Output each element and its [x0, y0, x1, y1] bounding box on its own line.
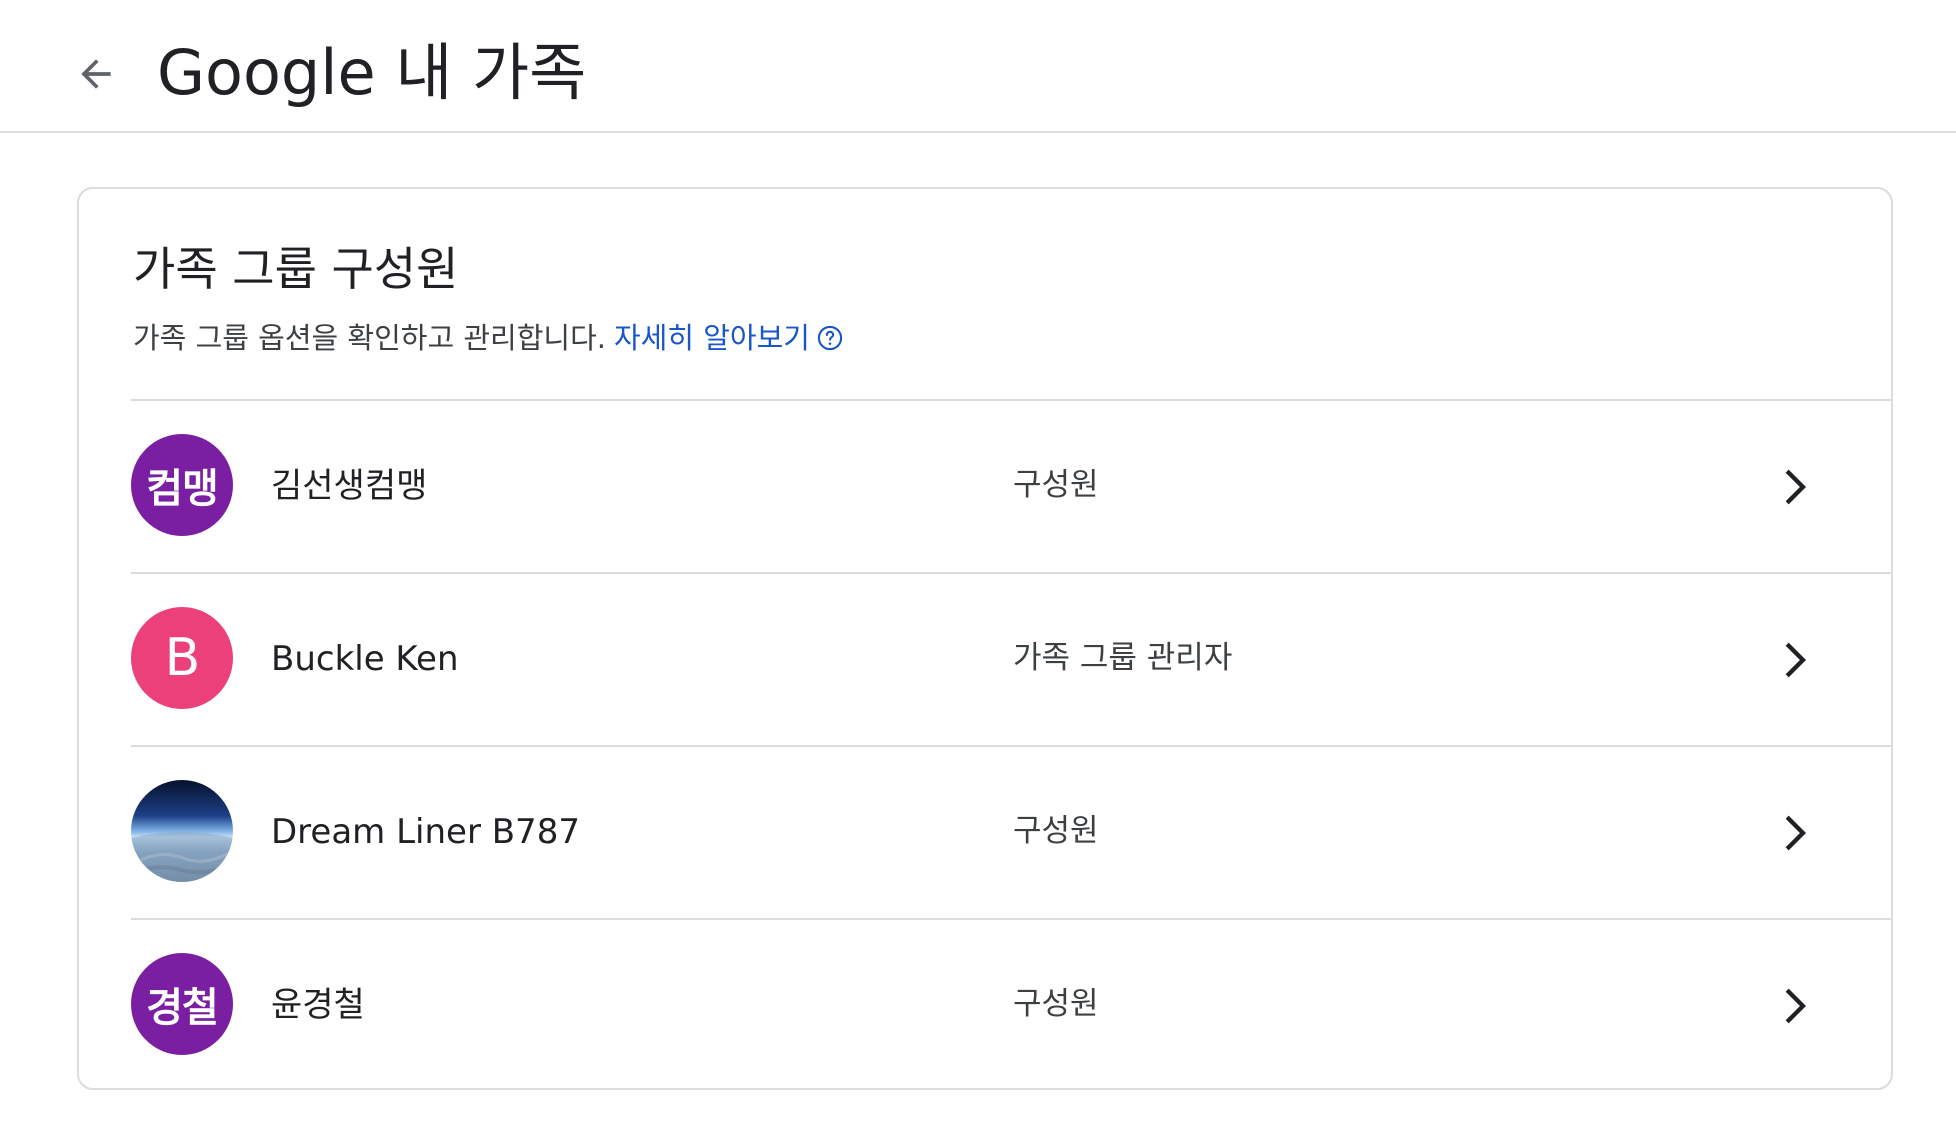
learn-more-link[interactable]: 자세히 알아보기 — [614, 317, 810, 359]
member-name: 윤경철 — [271, 985, 365, 1025]
member-role: 구성원 — [1013, 986, 1099, 1022]
chevron-right-icon[interactable] — [1767, 461, 1819, 513]
avatar: 컴맹 — [131, 434, 233, 536]
chevron-right-icon[interactable] — [1767, 634, 1819, 686]
card-description: 가족 그룹 옵션을 확인하고 관리합니다. 자세히 알아보기 — [133, 317, 844, 359]
member-row[interactable]: 경철 윤경철 구성원 — [131, 918, 1891, 1088]
member-role: 구성원 — [1013, 467, 1099, 503]
family-members-card: 가족 그룹 구성원 가족 그룹 옵션을 확인하고 관리합니다. 자세히 알아보기… — [77, 187, 1893, 1090]
chevron-right-icon[interactable] — [1767, 980, 1819, 1032]
earth-horizon-photo — [131, 780, 233, 882]
member-row[interactable]: Dream Liner B787 구성원 — [131, 745, 1891, 918]
description-text: 가족 그룹 옵션을 확인하고 관리합니다. — [133, 321, 606, 355]
member-name: Buckle Ken — [271, 639, 459, 679]
card-title: 가족 그룹 구성원 — [133, 242, 459, 296]
member-role: 가족 그룹 관리자 — [1013, 640, 1233, 676]
top-app-bar: Google 내 가족 — [0, 0, 1956, 133]
chevron-right-icon[interactable] — [1767, 807, 1819, 859]
member-row[interactable]: B Buckle Ken 가족 그룹 관리자 — [131, 572, 1891, 745]
member-row[interactable]: 컴맹 김선생컴맹 구성원 — [131, 399, 1891, 572]
member-list: 컴맹 김선생컴맹 구성원 B Buckle Ken 가족 그룹 관리자 Drea… — [131, 399, 1891, 1088]
back-button[interactable] — [66, 44, 126, 104]
member-name: 김선생컴맹 — [271, 466, 428, 506]
avatar: 경철 — [131, 953, 233, 1055]
help-circle-icon[interactable] — [816, 324, 844, 352]
page-title: Google 내 가족 — [157, 36, 587, 109]
member-role: 구성원 — [1013, 813, 1099, 849]
avatar — [131, 780, 233, 882]
member-name: Dream Liner B787 — [271, 812, 580, 852]
avatar: B — [131, 607, 233, 709]
arrow-back-icon — [81, 59, 111, 89]
